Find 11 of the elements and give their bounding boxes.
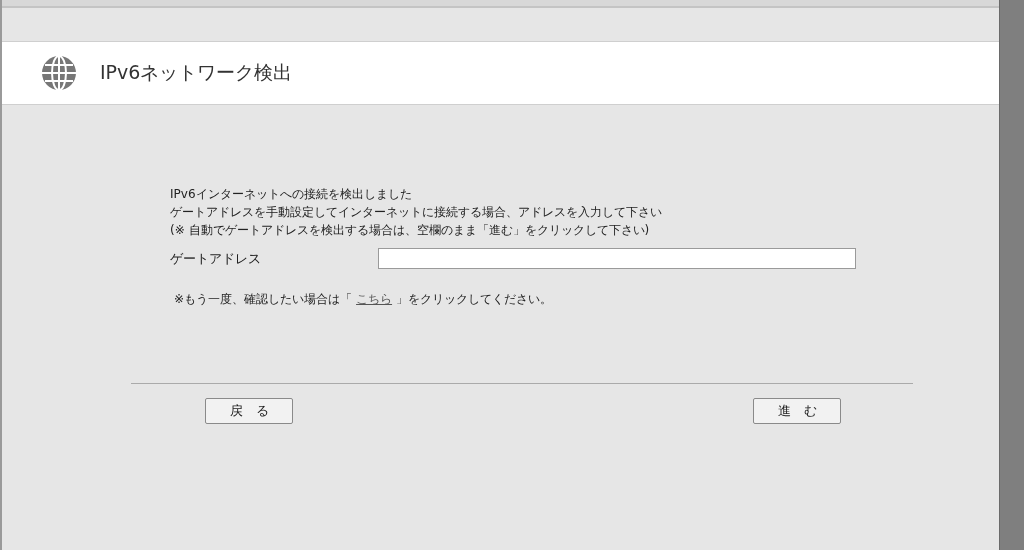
retry-text: ※もう一度、確認したい場合は「 こちら 」をクリックしてください。 xyxy=(174,291,554,308)
field-label: ゲートアドレス xyxy=(170,249,262,268)
message-text: (※ 自動でゲートアドレスを検出する場合は、空欄のまま「進む」をクリックして下さい) xyxy=(170,222,651,239)
retry-link[interactable]: こちら xyxy=(356,292,393,306)
globe-icon xyxy=(40,54,78,92)
gate-address-field[interactable] xyxy=(378,248,856,269)
message-text: IPv6インターネットへの接続を検出しました xyxy=(170,186,413,203)
back-button[interactable]: 戻 る xyxy=(205,398,293,424)
message-text: ゲートアドレスを手動設定してインターネットに接続する場合、アドレスを入力して下さい xyxy=(170,204,663,221)
next-button[interactable]: 進 む xyxy=(753,398,841,424)
page-title: IPv6ネットワーク検出 xyxy=(100,60,293,85)
